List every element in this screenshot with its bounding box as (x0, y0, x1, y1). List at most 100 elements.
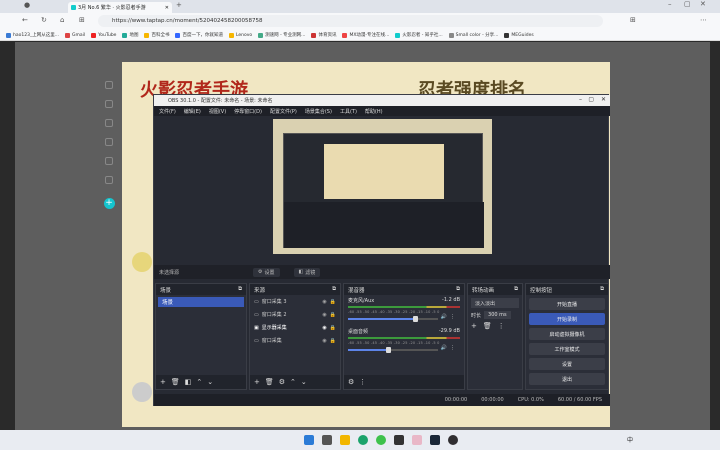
bookmark[interactable]: YouTube (91, 32, 116, 38)
volume-slider[interactable] (348, 346, 438, 353)
speaker-icon[interactable]: 🔊 (441, 314, 447, 320)
move-down-icon[interactable]: ⌄ (207, 378, 213, 386)
undock-icon[interactable]: ⧉ (332, 286, 336, 293)
start-streaming-button[interactable]: 开始直播 (529, 298, 605, 310)
settings-button[interactable]: 设置 (529, 358, 605, 370)
add-source-icon[interactable]: + (254, 378, 260, 386)
bookmark[interactable]: Small color - 分享... (448, 32, 498, 38)
profile-icon[interactable]: ● (24, 1, 30, 9)
volume-slider[interactable] (348, 315, 438, 322)
start-recording-button[interactable]: 开始录制 (529, 313, 605, 325)
lock-icon[interactable]: 🔒 (330, 299, 336, 305)
home-icon[interactable]: ⌂ (60, 16, 64, 24)
new-tab-icon[interactable]: + (176, 1, 182, 9)
app-icon[interactable] (394, 435, 404, 445)
advanced-audio-icon[interactable]: ⚙ (348, 378, 354, 386)
scene-item[interactable]: 场景 (158, 297, 244, 307)
menu-tools[interactable]: 工具(T) (340, 108, 357, 115)
steam-icon[interactable] (430, 435, 440, 445)
remove-scene-icon[interactable]: 🗑 (171, 378, 180, 386)
bookmark[interactable]: 体育资讯 (311, 32, 336, 38)
source-filters-button[interactable]: ◧ 滤镜 (293, 267, 321, 277)
bookmark[interactable]: MEGuides (504, 32, 534, 38)
source-item[interactable]: ▭ 窗口采集 ◉ 🔒 (250, 334, 340, 347)
visibility-icon[interactable]: ◉ (322, 325, 326, 331)
back-icon[interactable]: ← (22, 16, 28, 24)
obs-maximize-icon[interactable]: ▢ (588, 96, 594, 103)
transition-select[interactable]: 淡入淡出 (471, 298, 519, 308)
nav-group-icon[interactable] (105, 176, 113, 184)
source-item[interactable]: ▭ 窗口采集 3 ◉ 🔒 (250, 295, 340, 308)
app-icon[interactable] (412, 435, 422, 445)
start-virtual-camera-button[interactable]: 启动虚拟摄像机 (529, 328, 605, 340)
menu-edit[interactable]: 编辑(E) (184, 108, 201, 115)
move-up-icon[interactable]: ⌃ (290, 378, 296, 386)
menu-file[interactable]: 文件(F) (159, 108, 176, 115)
exit-button[interactable]: 退出 (529, 373, 605, 385)
source-item[interactable]: ▭ 窗口采集 2 ◉ 🔒 (250, 308, 340, 321)
menu-help[interactable]: 帮助(H) (365, 108, 383, 115)
bookmark[interactable]: Lenovo (228, 32, 252, 38)
channel-menu-icon[interactable]: ⋮ (450, 345, 455, 351)
window-minimize-icon[interactable]: – (668, 0, 672, 8)
nav-message-icon[interactable] (105, 138, 113, 146)
nav-discover-icon[interactable] (105, 100, 113, 108)
visibility-icon[interactable]: ◉ (322, 338, 326, 344)
add-scene-icon[interactable]: + (160, 378, 166, 386)
undock-icon[interactable]: ⧉ (600, 286, 604, 293)
bookmark[interactable]: 百科全书 (144, 32, 169, 38)
refresh-icon[interactable]: ↻ (41, 16, 47, 24)
remove-source-icon[interactable]: 🗑 (265, 378, 274, 386)
studio-mode-button[interactable]: 工作室模式 (529, 343, 605, 355)
visibility-icon[interactable]: ◉ (322, 312, 326, 318)
add-icon[interactable]: + (103, 198, 115, 209)
bookmark[interactable]: 百度一下，你就知道 (175, 32, 223, 38)
undock-icon[interactable]: ⧉ (514, 286, 518, 293)
menu-docks[interactable]: 停靠窗口(D) (234, 108, 262, 115)
browser-tab-active[interactable]: 3月 No.6 繁华 · 火影忍者手游 ✕ (68, 2, 172, 13)
source-item[interactable]: ▣ 显示器采集 ◉ 🔒 (250, 321, 340, 334)
bookmark[interactable]: hao123_上网从这里... (6, 32, 59, 38)
mixer-menu-icon[interactable]: ⋮ (359, 378, 366, 386)
collections-icon[interactable]: ⊞ (630, 16, 636, 24)
edge-icon[interactable] (358, 435, 368, 445)
channel-menu-icon[interactable]: ⋮ (450, 314, 455, 320)
bookmark[interactable]: Gmail (65, 32, 85, 38)
source-settings-icon[interactable]: ⚙ (279, 378, 285, 386)
add-transition-icon[interactable]: + (471, 322, 477, 330)
bookmark[interactable]: MX动漫-专注在线... (342, 32, 389, 38)
bookmark[interactable]: 火影忍者 - 知乎社... (395, 32, 443, 38)
start-icon[interactable] (304, 435, 314, 445)
menu-scene-collection[interactable]: 场景集合(S) (305, 108, 332, 115)
transition-menu-icon[interactable]: ⋮ (498, 322, 505, 330)
window-maximize-icon[interactable]: ▢ (684, 0, 691, 8)
address-bar[interactable]: https://www.taptap.cn/moment/52040245820… (98, 15, 603, 27)
lock-icon[interactable]: 🔒 (330, 312, 336, 318)
obs-minimize-icon[interactable]: – (579, 96, 582, 103)
undock-icon[interactable]: ⧉ (238, 286, 242, 293)
bookmark[interactable]: 测速网 - 专业测网... (258, 32, 305, 38)
duration-input[interactable]: 300 ms (484, 311, 511, 319)
menu-profile[interactable]: 配置文件(P) (270, 108, 297, 115)
window-close-icon[interactable]: ✕ (700, 0, 706, 8)
nav-game-icon[interactable] (105, 157, 113, 165)
search-icon[interactable] (322, 435, 332, 445)
obs-taskbar-icon[interactable] (448, 435, 458, 445)
wechat-icon[interactable] (376, 435, 386, 445)
menu-view[interactable]: 视图(V) (209, 108, 226, 115)
lock-icon[interactable]: 🔒 (330, 325, 336, 331)
nav-ranking-icon[interactable] (105, 119, 113, 127)
obs-preview[interactable] (273, 119, 492, 254)
obs-close-icon[interactable]: ✕ (601, 96, 606, 103)
scene-filter-icon[interactable]: ◧ (185, 378, 192, 386)
more-menu-icon[interactable]: ⋯ (700, 16, 707, 24)
close-tab-icon[interactable]: ✕ (165, 5, 169, 11)
move-up-icon[interactable]: ⌃ (196, 378, 202, 386)
file-explorer-icon[interactable] (340, 435, 350, 445)
bookmark[interactable]: 地图 (122, 32, 138, 38)
remove-transition-icon[interactable]: 🗑 (483, 322, 492, 330)
speaker-icon[interactable]: 🔊 (441, 345, 447, 351)
translate-icon[interactable]: ⊞ (79, 16, 85, 24)
nav-home-icon[interactable] (105, 81, 113, 89)
visibility-icon[interactable]: ◉ (322, 299, 326, 305)
